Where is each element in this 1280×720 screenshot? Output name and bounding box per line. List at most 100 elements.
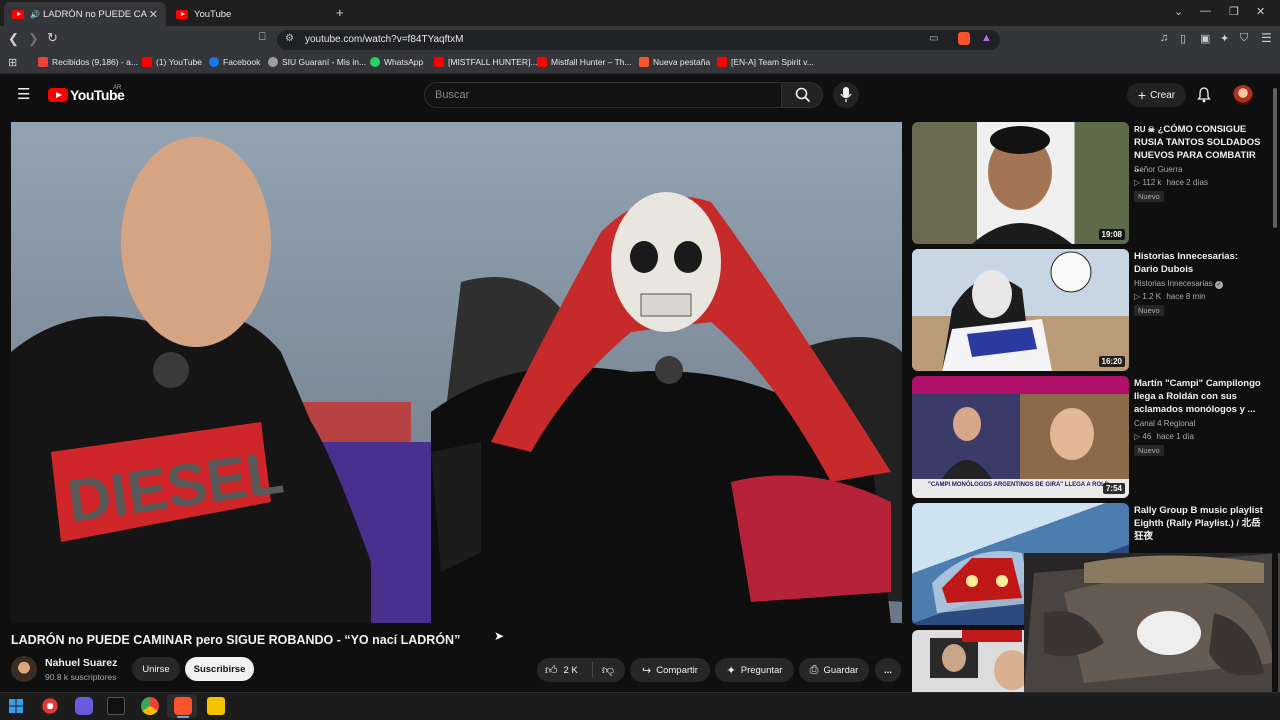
account-avatar[interactable] xyxy=(1233,85,1253,105)
webcam-image xyxy=(1024,553,1280,692)
facebook-icon xyxy=(209,57,219,67)
new-badge: Nuevo xyxy=(1134,445,1164,456)
join-button[interactable]: Unirse xyxy=(132,657,180,681)
thumbnail-banner: "CAMPI MONÓLOGOS ARGENTINOS DE GIRA" LLE… xyxy=(928,482,1110,488)
new-tab-icon[interactable]: + xyxy=(336,5,344,20)
brave-shields-icon[interactable] xyxy=(958,32,970,45)
forward-icon[interactable]: ❯ xyxy=(28,31,39,47)
brave-icon xyxy=(639,57,649,67)
browser-tab[interactable]: YouTube xyxy=(168,2,328,26)
bookmark-item[interactable]: Nueva pestaña xyxy=(639,57,710,67)
more-actions-button[interactable]: ... xyxy=(875,658,901,682)
video-duration: 19:08 xyxy=(1098,229,1125,240)
reload-icon[interactable]: ↻ xyxy=(47,30,58,46)
recommendation-channel[interactable]: Historias Innecesarias ✓ xyxy=(1134,279,1223,289)
bookmark-icon[interactable]: ⎕ xyxy=(259,31,266,44)
url-text[interactable]: youtube.com/watch?v=f84TYaqftxM xyxy=(305,34,464,45)
share-button[interactable]: ↪ Compartir xyxy=(630,658,710,682)
channel-name[interactable]: Nahuel Suarez xyxy=(45,657,117,669)
bookmark-item[interactable]: Recibidos (9,186) - a... xyxy=(38,57,138,67)
new-badge: Nuevo xyxy=(1134,305,1164,316)
more-horizontal-icon: ... xyxy=(884,664,892,676)
like-count: 2 K xyxy=(563,664,578,676)
verified-check-icon: ✓ xyxy=(1214,281,1223,289)
sidebar-icon[interactable]: ▯ xyxy=(1180,32,1186,45)
bookmark-item[interactable]: Facebook xyxy=(209,57,260,67)
window-close-icon[interactable]: ✕ xyxy=(1256,5,1265,18)
menu-icon[interactable]: ☰ xyxy=(1261,31,1272,45)
bookmark-item[interactable]: [EN-A] Team Spirit v... xyxy=(717,57,814,67)
recommendation-title[interactable]: Martín "Campi" Campilongo llega a Roldán… xyxy=(1134,377,1264,416)
search-button[interactable] xyxy=(781,82,823,108)
maximize-icon[interactable]: ❐ xyxy=(1229,5,1239,18)
video-player[interactable]: DIESEL xyxy=(11,122,902,623)
media-icon[interactable]: ♫ xyxy=(1160,32,1168,44)
thumbnail-image xyxy=(942,251,1092,371)
youtube-favicon-icon xyxy=(176,9,188,19)
taskbar-app-icon[interactable] xyxy=(41,697,59,715)
tab-title: YouTube xyxy=(194,8,232,20)
youtube-icon xyxy=(142,57,152,67)
bookmark-item[interactable]: WhatsApp xyxy=(370,57,423,67)
like-button[interactable]: 👍︎ 2 K xyxy=(545,663,578,678)
gmail-icon xyxy=(38,57,48,67)
bookmark-item[interactable]: (1) YouTube xyxy=(142,57,202,67)
recommendation-thumbnail[interactable]: "CAMPI MONÓLOGOS ARGENTINOS DE GIRA" LLE… xyxy=(912,376,1129,498)
recommendation-thumbnail[interactable]: 19:08 xyxy=(912,122,1129,244)
apps-grid-icon[interactable]: ⊞ xyxy=(8,56,17,69)
recommendation-title[interactable]: Rally Group B music playlist Eighth (Ral… xyxy=(1134,504,1264,549)
sparkle-icon: ✦ xyxy=(726,664,736,677)
terminal-icon[interactable] xyxy=(107,697,125,715)
browser-tab-strip: 🔊 LADRÓN no PUEDE CAMINAR pero SIGUE ROB… xyxy=(0,0,1280,26)
tab-title: LADRÓN no PUEDE CAMINAR pero SIGUE ROBAN… xyxy=(42,8,147,20)
browser-tab-active[interactable]: 🔊 LADRÓN no PUEDE CAMINAR pero SIGUE ROB… xyxy=(4,2,166,26)
webcam-overlay xyxy=(1024,553,1280,692)
recommendation-channel[interactable]: Señor Guerra xyxy=(1134,165,1182,174)
thumbnail-image xyxy=(912,376,1129,498)
youtube-logo-icon[interactable] xyxy=(48,88,68,102)
brave-rewards-icon[interactable]: ▲ xyxy=(981,32,992,44)
search-input[interactable]: Buscar xyxy=(424,82,782,108)
youtube-icon xyxy=(537,57,547,67)
dislike-button[interactable]: 👎︎ xyxy=(602,663,614,678)
divider xyxy=(591,662,593,678)
recommendation-channel[interactable]: Canal 4 Regional xyxy=(1134,419,1195,428)
recommendation-title[interactable]: Historias Innecesarias: Dario Dubois xyxy=(1134,250,1264,276)
tab-search-chevron-icon[interactable]: ⌄ xyxy=(1174,5,1183,18)
chrome-icon[interactable] xyxy=(141,697,159,715)
video-duration: 16:20 xyxy=(1098,356,1125,367)
ask-button[interactable]: ✦ Preguntar xyxy=(715,658,794,682)
channel-avatar[interactable] xyxy=(11,656,37,682)
notifications-bell-icon[interactable] xyxy=(1197,87,1211,103)
hamburger-menu-icon[interactable]: ☰ xyxy=(17,85,30,103)
subscriber-count: 90.8 k suscriptores xyxy=(45,672,117,682)
site-info-icon[interactable]: ⚙ xyxy=(285,33,294,44)
cast-icon[interactable]: ▭ xyxy=(929,33,938,44)
back-icon[interactable]: ❮ xyxy=(8,31,19,47)
vpn-icon[interactable]: ⛉ xyxy=(1240,32,1248,45)
bookmark-item[interactable]: SIU Guaraní - Mis in... xyxy=(268,57,366,67)
create-button[interactable]: + Crear xyxy=(1127,83,1186,107)
scrollbar-thumb[interactable] xyxy=(1273,88,1277,228)
wallet-icon[interactable]: ▣ xyxy=(1200,32,1210,45)
brave-taskbar-icon[interactable] xyxy=(174,697,192,715)
leo-icon[interactable]: ✦ xyxy=(1220,32,1229,45)
windows-start-icon[interactable] xyxy=(7,697,25,715)
country-code: AR xyxy=(113,85,122,91)
recommendation-thumbnail[interactable]: 16:20 xyxy=(912,249,1129,371)
plus-icon: + xyxy=(1137,87,1147,103)
taskbar-app-icon[interactable] xyxy=(75,697,93,715)
play-icon: ▷ xyxy=(1134,432,1141,441)
video-title: LADRÓN no PUEDE CAMINAR pero SIGUE ROBAN… xyxy=(11,633,461,647)
voice-search-button[interactable] xyxy=(833,82,859,108)
bookmark-item[interactable]: Mistfall Hunter – Th... xyxy=(537,57,632,67)
active-indicator xyxy=(177,716,189,718)
save-button[interactable]: ⎙ Guardar xyxy=(799,658,869,682)
minimize-icon[interactable]: — xyxy=(1200,5,1211,17)
thumbs-down-icon: 👎︎ xyxy=(601,662,614,677)
bookmark-item[interactable]: [MISTFALL HUNTER]... xyxy=(434,57,537,67)
tab-close-icon[interactable]: ✕ xyxy=(149,8,158,21)
taskbar-app-icon[interactable] xyxy=(207,697,225,715)
subscribe-button[interactable]: Suscribirse xyxy=(185,657,254,681)
play-icon: ▷ xyxy=(1134,292,1141,301)
